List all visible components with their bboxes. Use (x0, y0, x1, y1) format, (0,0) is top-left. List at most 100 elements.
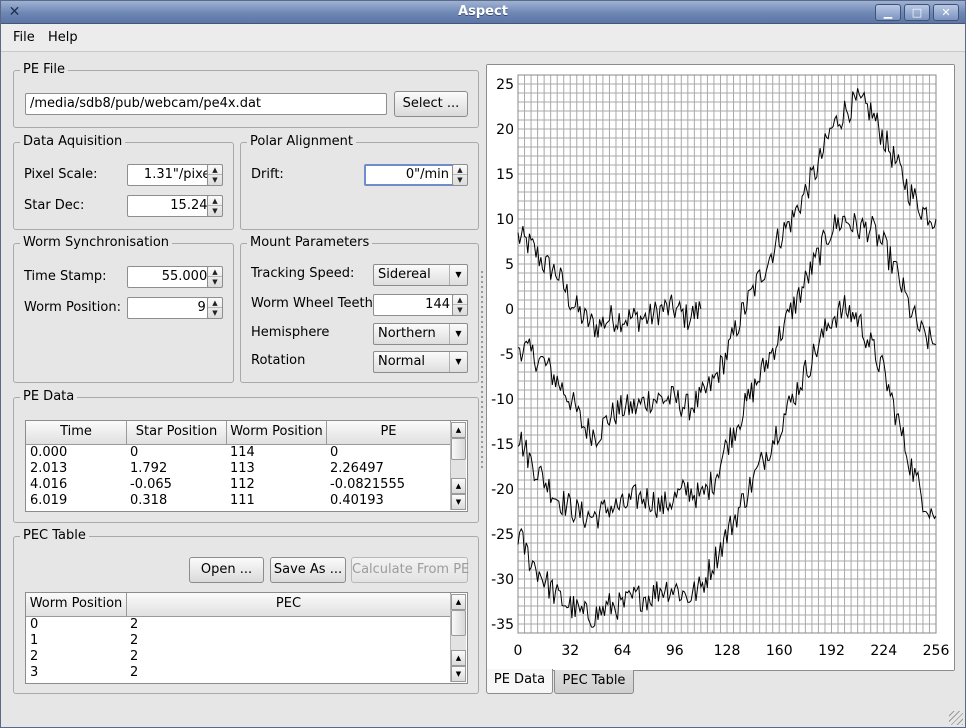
spin-up-icon[interactable]: ▲ (208, 165, 222, 175)
table-row[interactable]: 0 2 (28, 617, 328, 633)
x-tick-label: 128 (714, 643, 741, 659)
pe-file-path-field[interactable]: /media/sdb8/pub/webcam/pe4x.dat (25, 93, 387, 115)
spin-down-icon[interactable]: ▼ (208, 277, 222, 287)
tracking-speed-value: Sidereal (378, 267, 431, 282)
x-tick-label: 32 (561, 643, 579, 659)
calculate-from-pe-button[interactable]: Calculate From PE (351, 557, 469, 583)
spin-down-icon[interactable]: ▼ (208, 308, 222, 318)
star-dec-spinner[interactable]: ▲ ▼ (207, 195, 223, 217)
column-header-worm-position[interactable]: Worm Position (227, 421, 327, 445)
save-as-button[interactable]: Save As ... (270, 557, 346, 583)
pe-data-scrollbar[interactable]: ▲ ▲ ▼ (450, 422, 466, 510)
hemisphere-label: Hemisphere (251, 325, 330, 340)
pec-table-scrollbar[interactable]: ▲ ▲ ▼ (450, 594, 466, 682)
pe-plot-panel: 0 32 64 96 128 160 192 224 256 25 20 15 10 5 0 -5 -10 -15… (486, 64, 955, 671)
scroll-up-icon[interactable]: ▲ (451, 478, 466, 494)
column-header-pec[interactable]: PEC (127, 593, 451, 617)
pe-data-header: Time Star Position Worm Position PE (26, 421, 451, 445)
pe-data-group: PE Data Time Star Position Worm Position… (13, 389, 479, 523)
column-header-worm-position[interactable]: Worm Position (26, 593, 127, 617)
rotation-label: Rotation (251, 353, 306, 368)
dropdown-arrow-icon[interactable]: ▼ (449, 352, 467, 372)
pe-data-table[interactable]: Time Star Position Worm Position PE 0.00… (25, 420, 468, 512)
worm-wheel-teeth-field[interactable]: 144 (373, 294, 455, 316)
resize-grip[interactable] (949, 711, 963, 725)
y-tick-label: 25 (496, 77, 514, 93)
maximize-button[interactable]: □ (904, 4, 930, 21)
table-cell: 0.40193 (330, 493, 384, 508)
scroll-up-icon[interactable]: ▲ (451, 650, 466, 666)
pixel-scale-label: Pixel Scale: (24, 167, 98, 182)
menu-bar: File Help (1, 24, 965, 52)
worm-position-field[interactable]: 91 (127, 297, 219, 319)
pe-chart[interactable]: 0 32 64 96 128 160 192 224 256 25 20 15 10 5 0 -5 -10 -15… (487, 65, 954, 670)
time-stamp-spinner[interactable]: ▲ ▼ (207, 266, 223, 288)
pixel-scale-field[interactable]: 1.31"/pixel (127, 164, 219, 186)
table-row[interactable]: 2.013 1.792 113 2.26497 (28, 461, 448, 477)
y-tick-label: 10 (496, 212, 514, 228)
spin-up-icon[interactable]: ▲ (453, 295, 467, 305)
column-header-star-position[interactable]: Star Position (127, 421, 227, 445)
tracking-speed-combo[interactable]: Sidereal ▼ (373, 264, 468, 286)
pe-file-group-title: PE File (20, 62, 68, 77)
drift-field[interactable]: 0"/min (364, 164, 455, 186)
spin-up-icon[interactable]: ▲ (208, 196, 222, 206)
data-acquisition-group: Data Aquisition Pixel Scale: 1.31"/pixel… (13, 134, 234, 230)
y-tick-label: -35 (491, 617, 514, 633)
tab-pe-data[interactable]: PE Data (486, 669, 553, 694)
window-title: Aspect (458, 4, 508, 19)
menu-help[interactable]: Help (48, 30, 78, 45)
dropdown-arrow-icon[interactable]: ▼ (449, 324, 467, 344)
tab-pec-table[interactable]: PEC Table (554, 670, 634, 694)
scroll-thumb[interactable] (451, 610, 466, 636)
pe-data-group-title: PE Data (20, 389, 78, 404)
x-tick-label: 96 (666, 643, 684, 659)
x-tick-label: 192 (818, 643, 845, 659)
hemisphere-combo[interactable]: Northern ▼ (373, 323, 468, 345)
table-cell: 2 (130, 649, 139, 664)
table-row[interactable]: 3 2 (28, 665, 328, 681)
table-row[interactable]: 4.016 -0.065 112 -0.0821555 (28, 477, 448, 493)
spin-down-icon[interactable]: ▼ (453, 175, 467, 185)
y-tick-label: 0 (505, 302, 514, 318)
star-dec-label: Star Dec: (24, 198, 85, 213)
pixel-scale-spinner[interactable]: ▲ ▼ (207, 164, 223, 186)
scroll-down-icon[interactable]: ▼ (451, 494, 466, 510)
menu-file[interactable]: File (13, 30, 35, 45)
spin-up-icon[interactable]: ▲ (208, 298, 222, 308)
spin-down-icon[interactable]: ▼ (453, 305, 467, 315)
open-button[interactable]: Open ... (189, 557, 264, 583)
mount-parameters-group-title: Mount Parameters (247, 235, 373, 250)
table-row[interactable]: 6.019 0.318 111 0.40193 (28, 493, 448, 509)
table-row[interactable]: 1 2 (28, 633, 328, 649)
spin-down-icon[interactable]: ▼ (208, 206, 222, 216)
table-row[interactable]: 0.000 0 114 0 (28, 445, 448, 461)
table-cell: 112 (230, 477, 255, 492)
splitter-handle[interactable] (480, 271, 484, 471)
spin-up-icon[interactable]: ▲ (208, 267, 222, 277)
close-button[interactable]: ✕ (933, 4, 959, 21)
table-cell: 1.792 (130, 461, 168, 476)
title-bar[interactable]: ✕ Aspect ▁ □ ✕ (1, 1, 965, 24)
dropdown-arrow-icon[interactable]: ▼ (449, 265, 467, 285)
tracking-speed-label: Tracking Speed: (251, 266, 355, 281)
column-header-time[interactable]: Time (26, 421, 127, 445)
minimize-button[interactable]: ▁ (875, 4, 901, 21)
scroll-up-icon[interactable]: ▲ (451, 422, 466, 438)
rotation-combo[interactable]: Normal ▼ (373, 351, 468, 373)
scroll-up-icon[interactable]: ▲ (451, 594, 466, 610)
scroll-thumb[interactable] (451, 438, 466, 460)
time-stamp-field[interactable]: 55.000s (127, 266, 219, 288)
table-row[interactable]: 2 2 (28, 649, 328, 665)
column-header-pe[interactable]: PE (327, 421, 451, 445)
table-cell: 2 (130, 665, 139, 680)
worm-position-spinner[interactable]: ▲ ▼ (207, 297, 223, 319)
drift-spinner[interactable]: ▲ ▼ (452, 164, 468, 186)
spin-up-icon[interactable]: ▲ (453, 165, 467, 175)
select-file-button[interactable]: Select ... (394, 91, 468, 117)
star-dec-field[interactable]: 15.24° (127, 195, 219, 217)
scroll-down-icon[interactable]: ▼ (451, 666, 466, 682)
spin-down-icon[interactable]: ▼ (208, 175, 222, 185)
worm-wheel-teeth-spinner[interactable]: ▲ ▼ (452, 294, 468, 316)
pec-table[interactable]: Worm Position PEC 0 2 1 2 2 2 3 2 ▲ ▲ ▼ (25, 592, 468, 684)
